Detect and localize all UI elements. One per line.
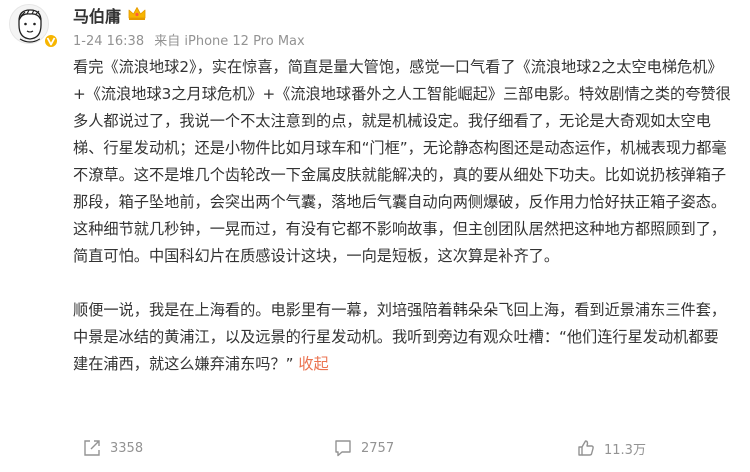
like-count: 11.3万 bbox=[604, 442, 646, 458]
post-source: 来自 iPhone 12 Pro Max bbox=[154, 34, 305, 49]
collapse-link[interactable]: 收起 bbox=[298, 355, 328, 373]
comment-icon bbox=[335, 440, 351, 457]
share-count: 3358 bbox=[110, 440, 144, 456]
action-bar: 3358 2757 11.3万 bbox=[0, 430, 750, 470]
like-button[interactable]: 11.3万 bbox=[576, 438, 646, 458]
post-content: 看完《流浪地球2》，实在惊喜，简直是量大管饱，感觉一口气看了《流浪地球2之太空电… bbox=[73, 54, 733, 378]
weibo-post: 马伯庸 1-24 16:38 来自 iPhone 12 Pro Max 看完《流… bbox=[0, 0, 750, 472]
post-time[interactable]: 1-24 16:38 bbox=[73, 34, 144, 49]
author-name[interactable]: 马伯庸 bbox=[73, 3, 121, 27]
post-meta: 1-24 16:38 来自 iPhone 12 Pro Max bbox=[73, 30, 311, 49]
post-paragraph: 顺便一说，我是在上海看的。电影里有一幕，刘培强陪着韩朵朵飞回上海，看到近景浦东三… bbox=[73, 297, 733, 378]
post-paragraph: 看完《流浪地球2》，实在惊喜，简直是量大管饱，感觉一口气看了《流浪地球2之太空电… bbox=[73, 58, 731, 265]
crown-icon[interactable] bbox=[127, 5, 147, 21]
comment-button[interactable]: 2757 bbox=[333, 438, 394, 458]
share-icon bbox=[84, 440, 100, 456]
post-paragraph-text: 顺便一说，我是在上海看的。电影里有一幕，刘培强陪着韩朵朵飞回上海，看到近景浦东三… bbox=[73, 301, 727, 373]
verified-badge-icon bbox=[43, 33, 59, 49]
share-button[interactable]: 3358 bbox=[82, 438, 143, 458]
thumbs-up-icon bbox=[578, 440, 594, 456]
comment-count: 2757 bbox=[361, 440, 395, 456]
